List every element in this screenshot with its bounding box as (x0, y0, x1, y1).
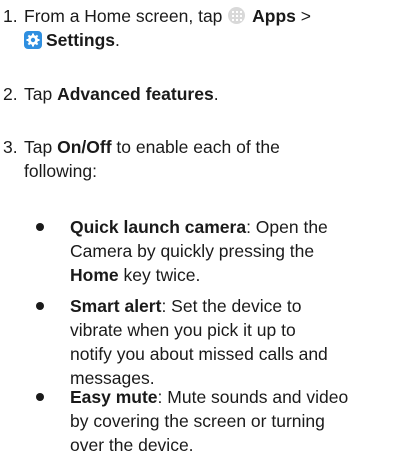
bullet-term: Easy mute (70, 387, 158, 407)
bullet-line2: by covering the screen or turning (70, 411, 325, 431)
step-text-post: to enable each of the (116, 137, 280, 157)
bullet-line1-rest: : Set the device to (161, 296, 302, 316)
step-text: Tap Advanced features. (24, 83, 219, 105)
step-number: 3. (3, 137, 18, 157)
step-text-line2: following: (24, 161, 97, 181)
step-text-line2: Settings. (24, 29, 120, 51)
bullet-line3: over the device. (70, 435, 194, 455)
bullet-line1: Quick launch camera: Open the (70, 216, 328, 238)
instructions-page: 1. From a Home screen, tap Apps > Settin… (0, 0, 398, 457)
bullet-term: Smart alert (70, 296, 162, 316)
bullet-term: Quick launch camera (70, 217, 247, 237)
step-text: Tap On/Off to enable each of the (24, 136, 280, 158)
settings-label: Settings (46, 30, 116, 50)
bullet-line3: Home key twice. (70, 264, 200, 286)
bullet-line1-rest: : Open the (246, 217, 328, 237)
apps-grid-icon (228, 7, 246, 24)
bullet-dot (36, 302, 44, 310)
step-text-pre: Tap (24, 137, 53, 157)
step-number: 1. (3, 6, 18, 26)
step-number: 2. (3, 84, 18, 104)
on-off-label: On/Off (57, 137, 112, 157)
bullet-line2: vibrate when you pick it up to (70, 320, 296, 340)
step-period: . (213, 84, 219, 104)
advanced-features-label: Advanced features (57, 84, 214, 104)
bullet-line1: Smart alert: Set the device to (70, 295, 302, 317)
bullet-line2: Camera by quickly pressing the (70, 241, 315, 261)
step-period: . (115, 30, 120, 50)
step-text-pre: From a Home screen, tap (24, 6, 223, 26)
settings-gear-icon (24, 31, 42, 49)
bullet-line1-rest: : Mute sounds and video (157, 387, 349, 407)
bullet-dot (36, 223, 44, 231)
step-text-pre: Tap (24, 84, 53, 104)
apps-label: Apps (252, 6, 296, 26)
bullet-line1: Easy mute: Mute sounds and video (70, 386, 348, 408)
bullet-line3-rest: key twice. (118, 265, 201, 285)
step-text: From a Home screen, tap Apps > (24, 5, 311, 27)
home-key-label: Home (70, 265, 119, 285)
bullet-line3: notify you about missed calls and (70, 344, 328, 364)
bullet-dot (36, 393, 44, 401)
arrow-symbol: > (300, 6, 312, 26)
